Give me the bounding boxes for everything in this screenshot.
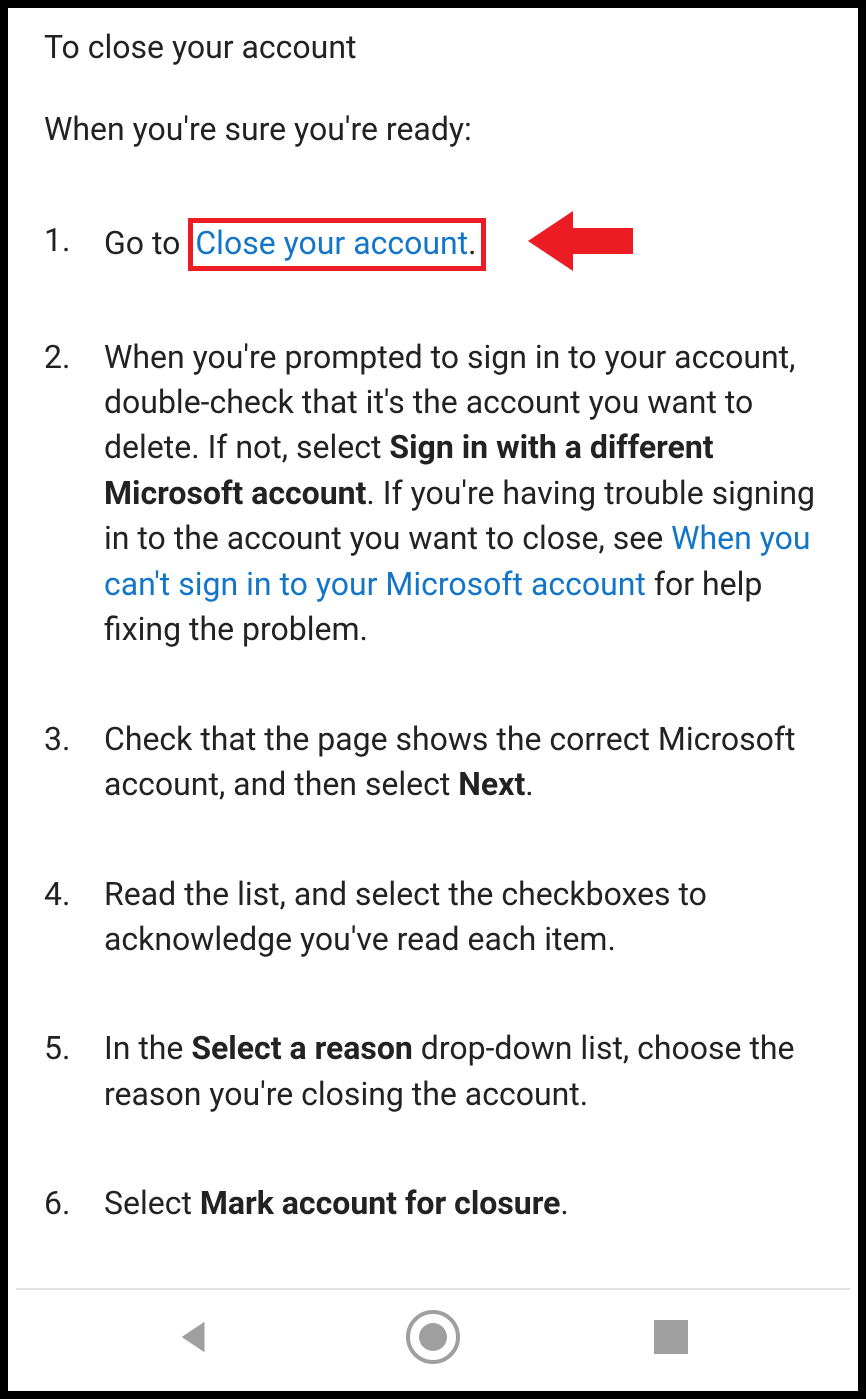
article-content: To close your account When you're sure y… — [8, 8, 858, 1227]
steps-list: Go to Close your account. When you're pr… — [44, 218, 822, 1227]
step-4-text-a: Read the list, and select the checkboxes… — [104, 875, 707, 958]
step-1-prefix: Go to — [104, 224, 180, 262]
step-5-text-a: In the — [104, 1029, 191, 1067]
step-6-text-a: Select — [104, 1184, 200, 1222]
step-3-bold-1: Next — [458, 765, 525, 803]
annotation-highlight-box: Close your account. — [188, 218, 485, 271]
intro-text: When you're sure you're ready: — [44, 110, 822, 148]
step-6: Select Mark account for closure. — [44, 1181, 822, 1226]
step-3: Check that the page shows the correct Mi… — [44, 717, 822, 808]
step-6-text-b: . — [560, 1184, 568, 1222]
recents-square-icon — [654, 1320, 688, 1354]
page-title: To close your account — [44, 28, 822, 66]
step-5-bold-1: Select a reason — [191, 1029, 413, 1067]
nav-recents-button[interactable] — [611, 1302, 731, 1372]
step-6-bold-1: Mark account for closure — [200, 1184, 561, 1222]
nav-home-button[interactable] — [373, 1302, 493, 1372]
step-5: In the Select a reason drop-down list, c… — [44, 1026, 822, 1117]
step-4: Read the list, and select the checkboxes… — [44, 872, 822, 963]
home-circle-icon — [405, 1309, 461, 1365]
close-your-account-link[interactable]: Close your account — [195, 224, 468, 262]
step-3-text-a: Check that the page shows the correct Mi… — [104, 720, 796, 803]
step-3-text-b: . — [525, 765, 533, 803]
android-nav-bar — [16, 1288, 850, 1383]
step-1-suffix: . — [468, 224, 476, 262]
back-triangle-icon — [176, 1318, 214, 1356]
step-2: When you're prompted to sign in to your … — [44, 335, 822, 653]
step-1: Go to Close your account. — [44, 218, 822, 271]
nav-back-button[interactable] — [135, 1302, 255, 1372]
